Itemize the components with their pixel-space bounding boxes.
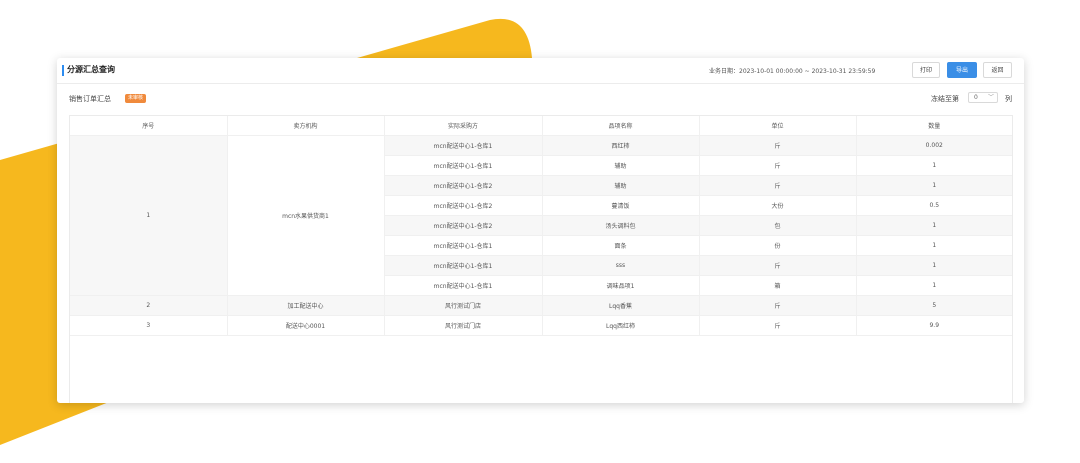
- cell-qty: 1: [856, 275, 1012, 296]
- cell-seller: mcn水果供货商1: [227, 135, 385, 296]
- table-row[interactable]: 2 加工配送中心 风行测试门店 Lqq香蕉 斤 5: [70, 295, 1012, 316]
- cell-unit: 斤: [699, 255, 857, 276]
- cell-qty: 5: [856, 295, 1012, 316]
- column-header-index[interactable]: 序号: [70, 116, 228, 136]
- back-button[interactable]: 返回: [983, 62, 1012, 78]
- cell-qty: 9.9: [856, 315, 1012, 336]
- column-header-seller[interactable]: 卖方机构: [227, 116, 385, 136]
- cell-buyer: mcn配送中心1-仓库1: [384, 235, 543, 256]
- cell-buyer: 风行测试门店: [384, 315, 543, 336]
- cell-item: Lqq香蕉: [542, 295, 700, 316]
- business-date-range: 业务日期：2023-10-01 00:00:00 ~ 2023-10-31 23…: [709, 68, 876, 75]
- cell-index: 2: [70, 295, 228, 316]
- cell-seller: 加工配送中心: [227, 295, 385, 316]
- table-header-row: 序号 卖方机构 实际采购方 品项名称 单位 数量: [70, 116, 1012, 136]
- title-accent-bar: [62, 65, 64, 76]
- cell-qty: 0.002: [856, 135, 1012, 156]
- column-header-item[interactable]: 品项名称: [542, 116, 700, 136]
- table-row[interactable]: 3 配送中心0001 风行测试门店 Lqq西红柿 斤 9.9: [70, 315, 1012, 336]
- cell-buyer: mcn配送中心1-仓库1: [384, 155, 543, 176]
- cell-item: 辅助: [542, 175, 700, 196]
- cell-qty: 0.5: [856, 195, 1012, 216]
- export-button[interactable]: 导出: [947, 62, 977, 78]
- cell-buyer: mcn配送中心1-仓库1: [384, 275, 543, 296]
- cell-item: 面条: [542, 235, 700, 256]
- chevron-down-icon: ﹀: [987, 94, 994, 101]
- page-title: 分源汇总查询: [67, 65, 115, 74]
- freeze-column-value: 0: [974, 94, 978, 101]
- report-panel: 分源汇总查询 业务日期：2023-10-01 00:00:00 ~ 2023-1…: [57, 58, 1024, 403]
- cell-index: 1: [70, 135, 228, 296]
- cell-item: 调味品项1: [542, 275, 700, 296]
- cell-item: 蔓清饭: [542, 195, 700, 216]
- cell-buyer: mcn配送中心1-仓库2: [384, 175, 543, 196]
- cell-unit: 斤: [699, 135, 857, 156]
- summary-table: 序号 卖方机构 实际采购方 品项名称 单位 数量 1 mcn水果供货商1 mcn…: [70, 116, 1012, 336]
- cell-qty: 1: [856, 175, 1012, 196]
- cell-buyer: mcn配送中心1-仓库1: [384, 255, 543, 276]
- freeze-label: 冻结至第: [931, 95, 959, 103]
- cell-unit: 斤: [699, 295, 857, 316]
- cell-item: 西红柿: [542, 135, 700, 156]
- cell-buyer: 风行测试门店: [384, 295, 543, 316]
- cell-item: sss: [542, 255, 700, 276]
- cell-unit: 包: [699, 215, 857, 236]
- cell-qty: 1: [856, 155, 1012, 176]
- column-header-qty[interactable]: 数量: [856, 116, 1012, 136]
- cell-unit: 大份: [699, 195, 857, 216]
- cell-item: Lqq西红柿: [542, 315, 700, 336]
- cell-item: 辅助: [542, 155, 700, 176]
- cell-item: 汤头调料包: [542, 215, 700, 236]
- panel-header: 分源汇总查询 业务日期：2023-10-01 00:00:00 ~ 2023-1…: [57, 58, 1024, 84]
- cell-seller: 配送中心0001: [227, 315, 385, 336]
- column-header-buyer[interactable]: 实际采购方: [384, 116, 543, 136]
- cell-buyer: mcn配送中心1-仓库2: [384, 195, 543, 216]
- cell-unit: 斤: [699, 175, 857, 196]
- summary-table-container[interactable]: 序号 卖方机构 实际采购方 品项名称 单位 数量 1 mcn水果供货商1 mcn…: [69, 115, 1013, 403]
- column-header-unit[interactable]: 单位: [699, 116, 857, 136]
- cell-unit: 份: [699, 235, 857, 256]
- summary-label: 销售订单汇总: [69, 95, 111, 103]
- cell-qty: 1: [856, 255, 1012, 276]
- freeze-column-select[interactable]: 0 ﹀: [968, 92, 998, 103]
- cell-unit: 斤: [699, 155, 857, 176]
- cell-index: 3: [70, 315, 228, 336]
- cell-buyer: mcn配送中心1-仓库2: [384, 215, 543, 236]
- cell-unit: 斤: [699, 315, 857, 336]
- cell-buyer: mcn配送中心1-仓库1: [384, 135, 543, 156]
- cell-qty: 1: [856, 215, 1012, 236]
- cell-unit: 箱: [699, 275, 857, 296]
- cell-qty: 1: [856, 235, 1012, 256]
- print-button[interactable]: 打印: [912, 62, 940, 78]
- status-badge: 未审核: [125, 94, 147, 103]
- freeze-unit-label: 列: [1005, 95, 1012, 103]
- table-row[interactable]: 1 mcn水果供货商1 mcn配送中心1-仓库1 西红柿 斤 0.002: [70, 135, 1012, 296]
